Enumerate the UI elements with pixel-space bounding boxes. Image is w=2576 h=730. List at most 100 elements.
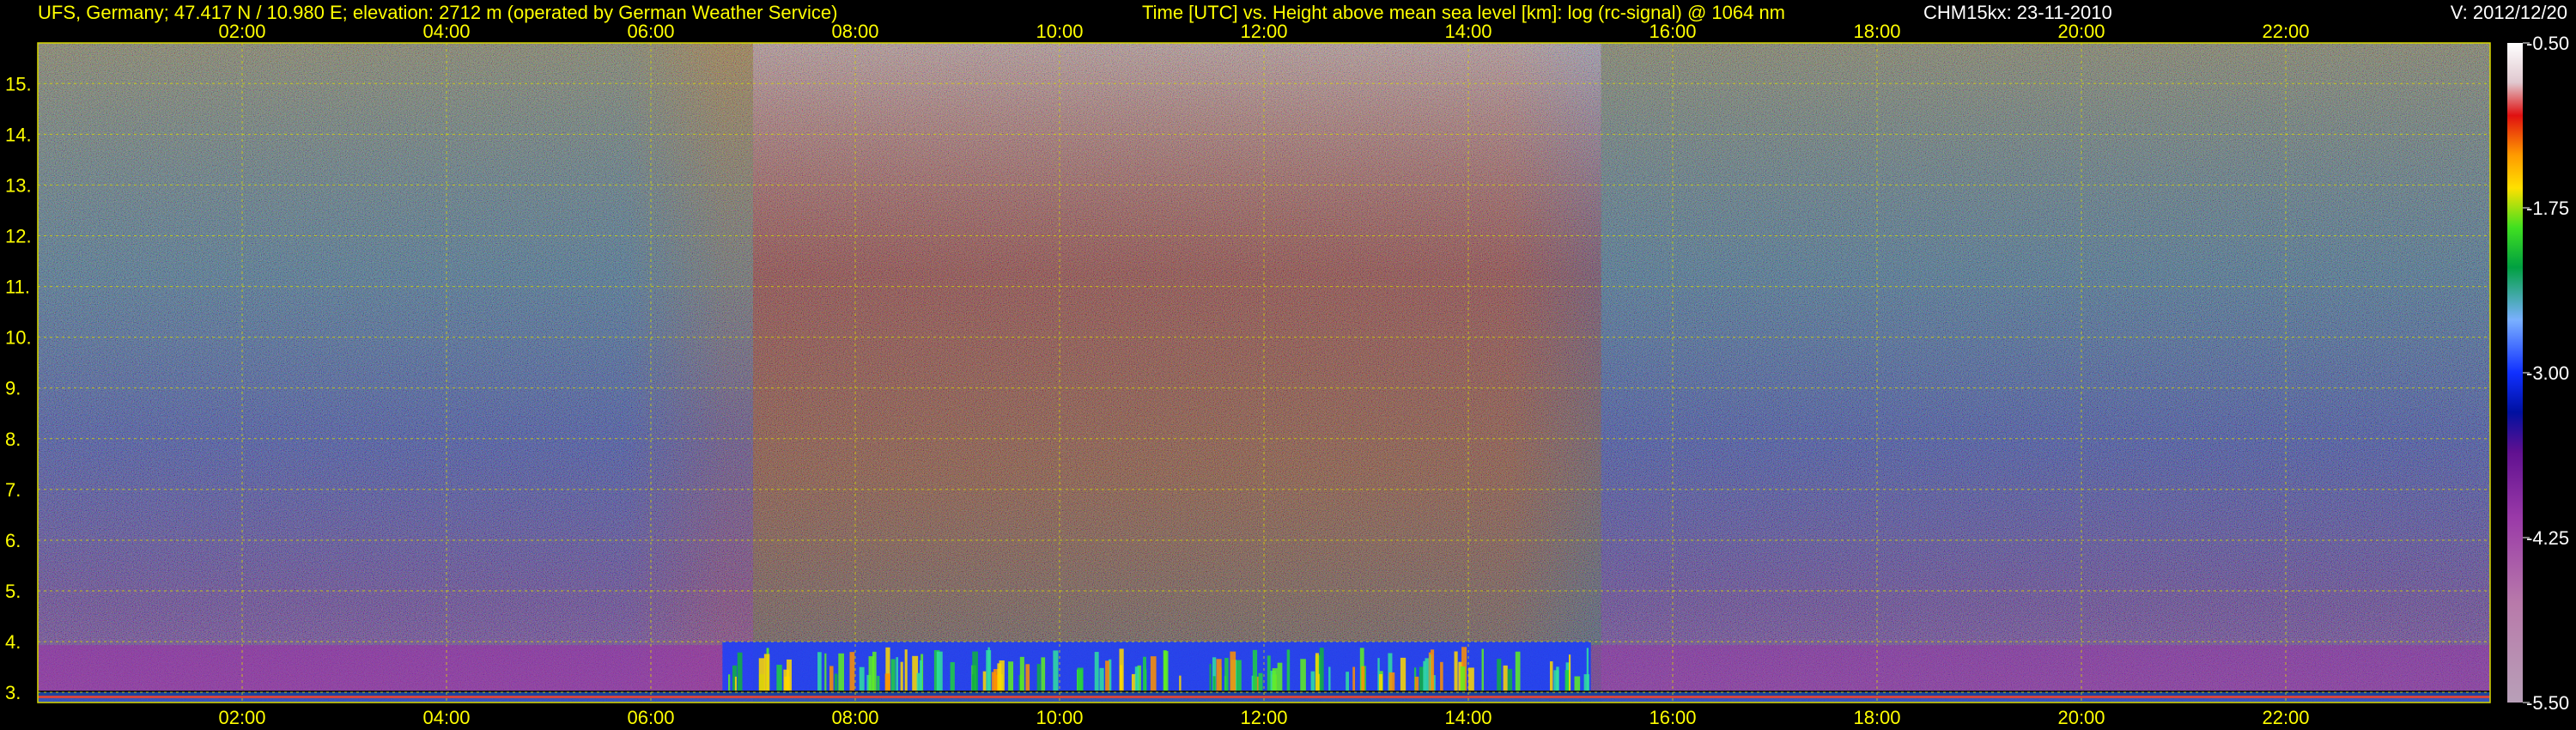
- aerosol-streak: [1388, 672, 1395, 693]
- aerosol-streak: [1460, 666, 1466, 693]
- x-axis-bottom: 02:00 04:00 06:00 08:00 10:00 12:00 14:00 16:00…: [218, 707, 2309, 728]
- aerosol-streak: [950, 662, 955, 693]
- aerosol-streak: [763, 654, 770, 693]
- aerosol-streak: [1267, 655, 1271, 693]
- ground-return: [38, 696, 2490, 698]
- aerosol-streak: [1328, 666, 1331, 693]
- x-tick-label-bottom: 18:00: [1853, 707, 1900, 728]
- aerosol-streak: [734, 676, 737, 693]
- aerosol-streak: [1236, 660, 1242, 693]
- aerosol-streak: [1419, 666, 1425, 693]
- aerosol-streak: [829, 666, 834, 693]
- aerosol-streak: [1431, 649, 1435, 693]
- aerosol-streak: [884, 673, 890, 693]
- aerosol-streak: [737, 652, 743, 693]
- header-instrument-date: CHM15kx: 23-11-2010: [1923, 2, 2112, 23]
- y-tick-label: 11.: [5, 277, 30, 298]
- aerosol-streak: [1041, 657, 1046, 693]
- aerosol-streak: [824, 653, 827, 693]
- aerosol-streak: [1503, 665, 1508, 693]
- aerosol-streak: [904, 649, 908, 693]
- x-tick-label-top: 16:00: [1649, 21, 1696, 42]
- y-tick-label: 10.: [5, 327, 32, 349]
- aerosol-streak: [817, 652, 822, 693]
- x-tick-label-top: 02:00: [218, 21, 265, 42]
- aerosol-streak: [1019, 656, 1024, 693]
- colorbar-tick-label: -0.50: [2526, 33, 2569, 54]
- aerosol-streak: [1515, 651, 1521, 693]
- aerosol-streak: [1119, 665, 1123, 693]
- header-axes-title: Time [UTC] vs. Height above mean sea lev…: [1142, 2, 1785, 23]
- ceilometer-figure: 02:00 04:00 06:00 08:00 10:00 12:00 14:00 16:00…: [0, 0, 2576, 730]
- aerosol-streak: [1568, 654, 1571, 693]
- aerosol-streak: [1105, 660, 1110, 693]
- x-tick-label-bottom: 20:00: [2057, 707, 2105, 728]
- x-tick-label-top: 04:00: [422, 21, 470, 42]
- aerosol-streak: [1549, 661, 1553, 693]
- x-tick-label-top: 14:00: [1444, 21, 1492, 42]
- aerosol-streak: [1440, 661, 1443, 693]
- aerosol-streak: [1300, 659, 1306, 693]
- aerosol-streak: [1574, 676, 1581, 693]
- aerosol-streak: [849, 652, 855, 693]
- y-tick-label: 8.: [5, 429, 21, 450]
- aerosol-streak: [900, 661, 903, 693]
- aerosol-streak: [920, 660, 923, 693]
- aerosol-streak: [936, 651, 943, 693]
- x-tick-label-top: 06:00: [627, 21, 674, 42]
- x-tick-label-top: 12:00: [1240, 21, 1287, 42]
- aerosol-streak: [1361, 666, 1365, 693]
- colorbar-tick-label: -5.50: [2526, 692, 2569, 714]
- aerosol-streak: [1025, 664, 1030, 693]
- header-version: V: 2012/12/20: [2451, 2, 2567, 23]
- aerosol-streak: [1077, 667, 1084, 693]
- x-axis-top: 02:00 04:00 06:00 08:00 10:00 12:00 14:00 16:00…: [218, 21, 2309, 42]
- aerosol-streak: [1319, 648, 1324, 693]
- aerosol-streak: [1352, 666, 1356, 693]
- y-axis: 3. 4. 5. 6. 7. 8. 9. 10. 11. 12. 13. 14. 15.: [5, 73, 32, 703]
- y-tick-label: 9.: [5, 378, 21, 399]
- y-tick-label: 15.: [5, 73, 32, 94]
- aerosol-streak: [896, 657, 899, 693]
- aerosol-streak: [1497, 659, 1502, 693]
- aerosol-streak: [1586, 648, 1589, 693]
- aerosol-streak: [1553, 670, 1559, 693]
- aerosol-streak: [877, 675, 880, 693]
- colorbar-tick-label: -1.75: [2526, 198, 2569, 219]
- aerosol-streak: [1053, 650, 1059, 693]
- x-tick-label-bottom: 12:00: [1240, 707, 1287, 728]
- x-tick-label-bottom: 22:00: [2262, 707, 2309, 728]
- aerosol-streak: [1379, 673, 1383, 693]
- aerosol-streak: [1212, 676, 1216, 693]
- y-tick-label: 14.: [5, 124, 32, 145]
- aerosol-streak: [1400, 657, 1406, 693]
- aerosol-streak: [1216, 659, 1222, 693]
- x-tick-label-top: 08:00: [831, 21, 878, 42]
- aerosol-streak: [758, 658, 765, 693]
- colorbar-tick-label: -4.25: [2526, 527, 2569, 549]
- header-station: UFS, Germany; 47.417 N / 10.980 E; eleva…: [38, 2, 837, 23]
- aerosol-streak: [1310, 671, 1315, 693]
- aerosol-streak: [868, 656, 874, 693]
- aerosol-streak: [834, 673, 838, 693]
- aerosol-streak: [1272, 668, 1278, 693]
- aerosol-streak: [987, 647, 990, 693]
- aerosol-streak: [1230, 651, 1236, 693]
- aerosol-streak: [1134, 666, 1139, 693]
- aerosol-streak: [972, 651, 978, 693]
- aerosol-streak: [1277, 662, 1283, 693]
- aerosol-streak: [1099, 667, 1104, 693]
- x-tick-label-top: 20:00: [2057, 21, 2105, 42]
- x-tick-label-bottom: 16:00: [1649, 707, 1696, 728]
- x-tick-label-top: 18:00: [1853, 21, 1900, 42]
- aerosol-streak: [1468, 667, 1474, 693]
- aerosol-streak: [1163, 651, 1169, 693]
- ceilometer-chart: 02:00 04:00 06:00 08:00 10:00 12:00 14:00 16:00…: [5, 2, 2569, 728]
- aerosol-streak: [1346, 672, 1349, 693]
- aerosol-streak: [1094, 652, 1099, 693]
- x-tick-label-bottom: 02:00: [218, 707, 265, 728]
- y-tick-label: 7.: [5, 479, 21, 501]
- aerosol-streak: [1224, 658, 1229, 693]
- aerosol-streak: [1008, 661, 1014, 693]
- x-tick-label-bottom: 08:00: [831, 707, 878, 728]
